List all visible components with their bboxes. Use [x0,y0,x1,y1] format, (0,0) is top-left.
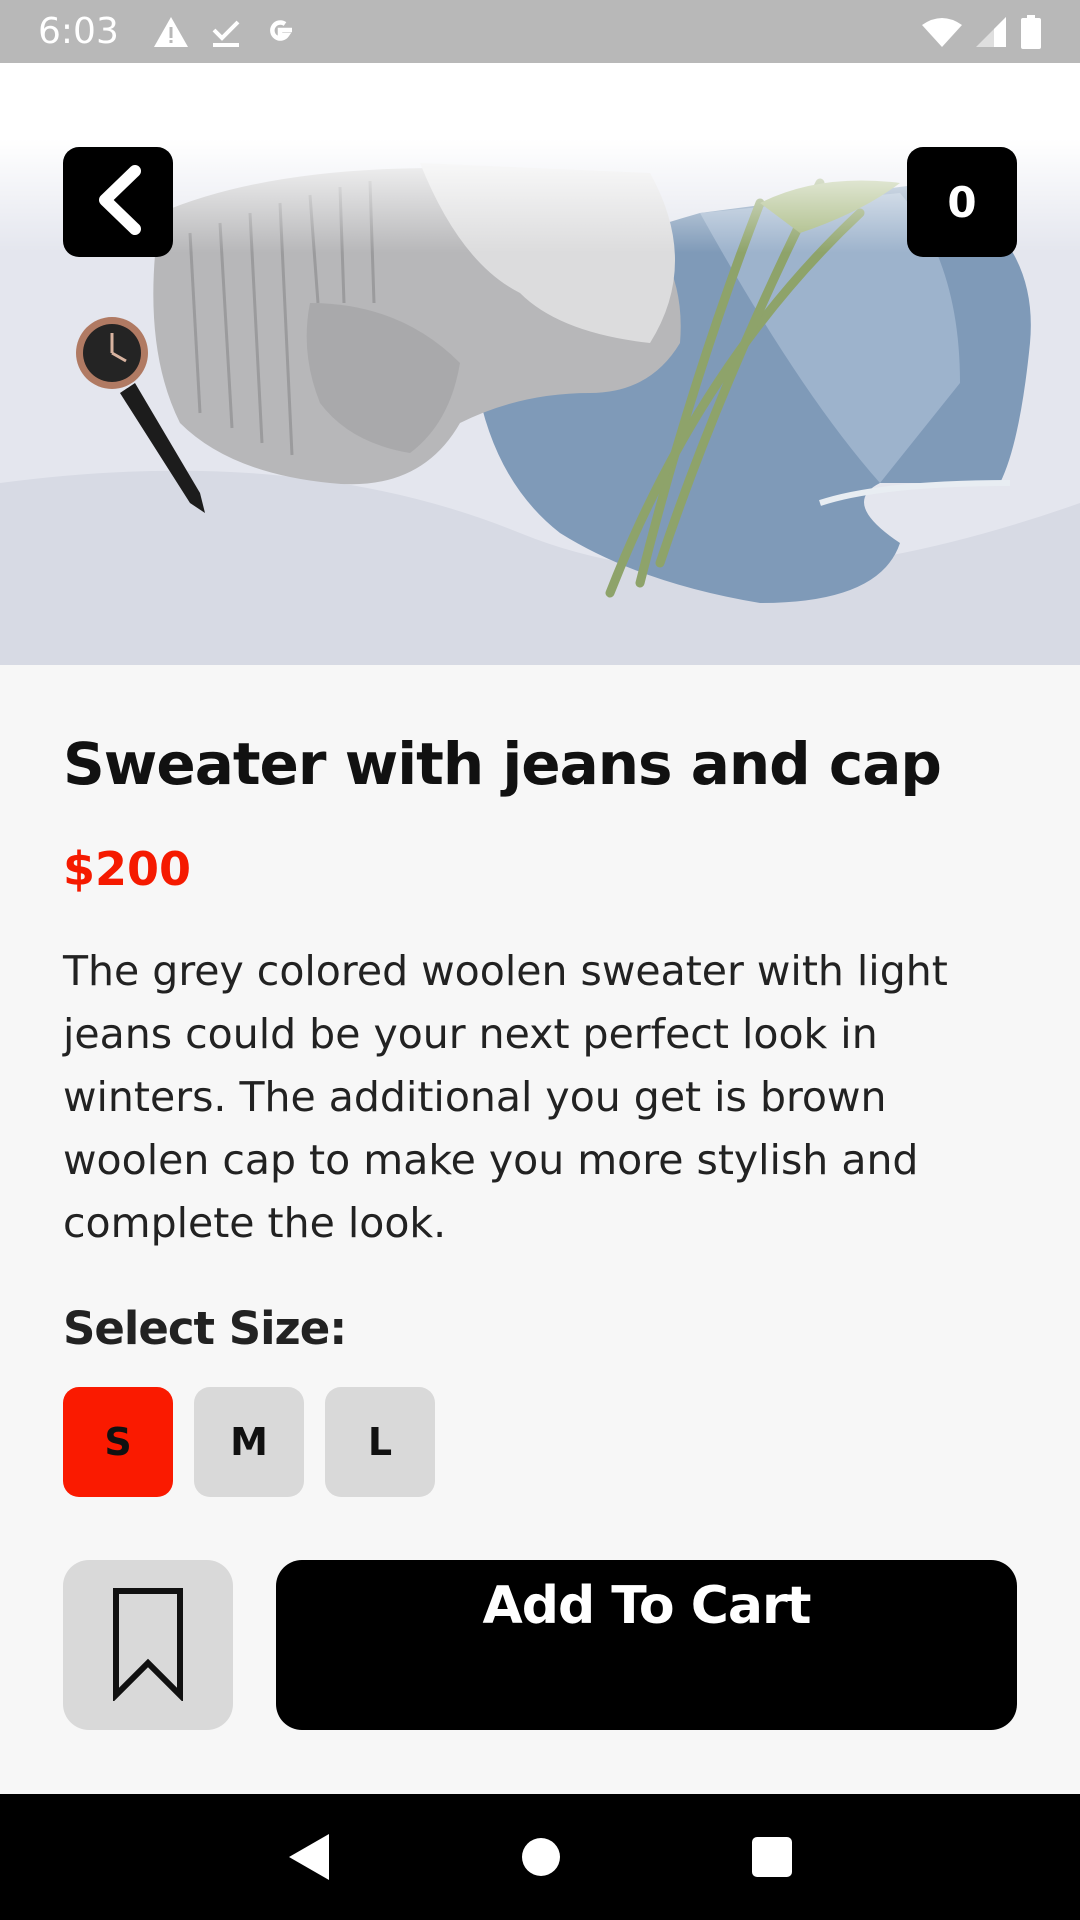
size-option-l[interactable]: L [325,1387,435,1497]
back-button[interactable] [63,147,173,257]
cart-count: 0 [947,177,977,227]
product-title: Sweater with jeans and cap [63,730,942,798]
product-description: The grey colored woolen sweater with lig… [63,947,948,1247]
google-icon [263,15,297,49]
download-done-icon [211,16,241,48]
cart-count-button[interactable]: 0 [907,147,1017,257]
signal-icon [976,16,1006,47]
battery-icon [1020,14,1042,49]
add-to-cart-button[interactable]: Add To Cart [276,1560,1017,1730]
status-icons-left [153,15,297,49]
status-icons-right [922,14,1042,49]
bookmark-button[interactable] [63,1560,233,1730]
nav-recents-icon[interactable] [751,1836,793,1878]
chevron-left-icon [93,165,143,239]
add-to-cart-label: Add To Cart [482,1576,812,1636]
size-option-m[interactable]: M [194,1387,304,1497]
nav-home-icon[interactable] [521,1837,561,1877]
bookmark-icon [110,1585,186,1705]
wifi-icon [922,17,962,47]
product-price: $200 [63,842,192,896]
status-time: 6:03 [38,11,119,52]
size-option-s[interactable]: S [63,1387,173,1497]
warning-icon [153,16,189,48]
size-heading: Select Size: [63,1302,347,1355]
nav-back-icon[interactable] [287,1832,331,1882]
navigation-bar [0,1794,1080,1920]
status-bar: 6:03 [0,0,1080,63]
size-options: S M L [63,1387,435,1497]
